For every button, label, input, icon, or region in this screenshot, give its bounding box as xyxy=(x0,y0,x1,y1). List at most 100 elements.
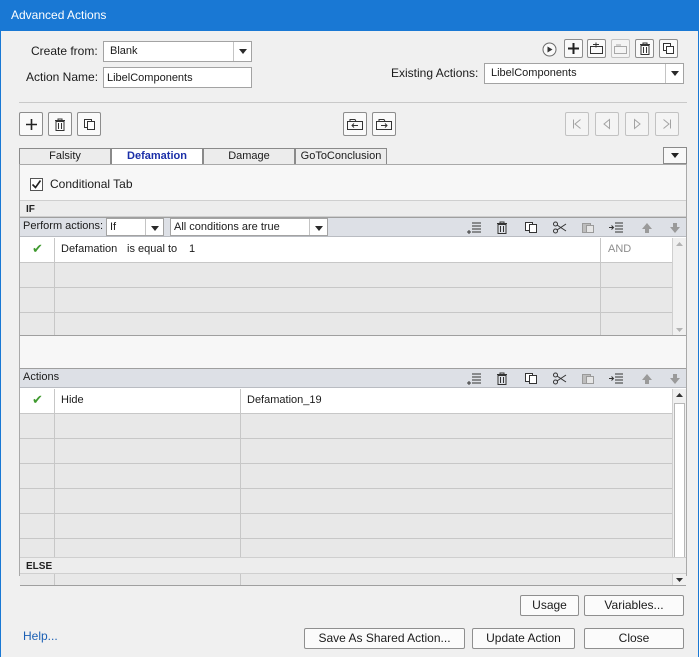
add-condition-icon[interactable] xyxy=(466,220,482,235)
checkmark-icon: ✔ xyxy=(32,241,43,256)
condition-row[interactable] xyxy=(20,313,672,335)
action-row[interactable] xyxy=(20,464,672,489)
usage-button[interactable]: Usage xyxy=(520,595,579,616)
tab-panel: Conditional Tab IF Perform actions: If A… xyxy=(19,164,687,586)
copy-icon xyxy=(83,118,95,130)
preview-play-icon[interactable] xyxy=(542,42,557,57)
import-action-button[interactable] xyxy=(587,39,606,58)
tab-damage[interactable]: Damage xyxy=(203,148,295,165)
condition-logic: AND xyxy=(608,243,632,255)
chevron-down-icon[interactable] xyxy=(309,219,327,235)
action-row[interactable]: ✔ Hide Defamation_19 xyxy=(20,389,672,414)
action-row[interactable] xyxy=(20,514,672,539)
cut-condition-icon[interactable] xyxy=(551,220,567,235)
action-row[interactable] xyxy=(20,414,672,439)
copy-icon xyxy=(663,43,674,54)
move-tab-right-button[interactable] xyxy=(372,112,396,136)
add-action-icon[interactable] xyxy=(466,371,482,386)
update-action-button[interactable]: Update Action xyxy=(472,628,575,649)
scroll-up-icon[interactable] xyxy=(673,390,686,400)
first-tab-button[interactable] xyxy=(565,112,589,136)
existing-actions-label: Existing Actions: xyxy=(391,66,479,80)
import-icon xyxy=(590,42,603,54)
scroll-down-icon[interactable] xyxy=(673,575,686,585)
export-action-button[interactable] xyxy=(611,39,630,58)
window-title-bar: Advanced Actions xyxy=(0,0,699,31)
save-as-shared-action-button[interactable]: Save As Shared Action... xyxy=(304,628,465,649)
duplicate-action-button[interactable] xyxy=(659,39,678,58)
next-tab-button[interactable] xyxy=(625,112,649,136)
delete-condition-icon[interactable] xyxy=(494,220,510,235)
move-tab-left-button[interactable] xyxy=(343,112,367,136)
conditions-grid: Perform actions: If All conditions are t… xyxy=(20,217,686,336)
skip-first-icon xyxy=(573,119,581,129)
trash-icon xyxy=(639,42,650,55)
chevron-down-icon[interactable] xyxy=(145,219,163,235)
insert-action-icon[interactable] xyxy=(608,371,624,386)
export-icon xyxy=(614,44,627,54)
insert-condition-icon[interactable] xyxy=(608,220,624,235)
delete-action-icon[interactable] xyxy=(494,371,510,386)
action-row[interactable] xyxy=(20,489,672,514)
tab-gotoconclusion[interactable]: GoToConclusion xyxy=(295,148,387,165)
scroll-down-icon[interactable] xyxy=(673,325,686,335)
scroll-up-icon[interactable] xyxy=(673,239,686,249)
cut-action-icon[interactable] xyxy=(551,371,567,386)
action-target: Defamation_19 xyxy=(247,394,322,406)
plus-icon xyxy=(25,118,37,130)
add-tab-button[interactable] xyxy=(19,112,43,136)
condition-operator: is equal to xyxy=(127,243,178,255)
chevron-down-icon[interactable] xyxy=(665,64,683,83)
copy-condition-icon[interactable] xyxy=(523,220,539,235)
conditional-tab-checkbox[interactable] xyxy=(30,178,43,191)
folder-arrow-right-icon xyxy=(376,119,392,130)
actions-grid: Actions ✔ Hide Defamation_19 xyxy=(20,368,686,586)
create-from-dropdown[interactable]: Blank xyxy=(103,41,252,62)
conditions-scrollbar[interactable] xyxy=(672,238,686,335)
move-down-icon[interactable] xyxy=(667,371,683,386)
chevron-down-icon[interactable] xyxy=(233,42,251,61)
plus-icon xyxy=(568,43,579,54)
last-tab-button[interactable] xyxy=(655,112,679,136)
existing-actions-dropdown[interactable]: LibelComponents xyxy=(484,63,684,84)
condition-row[interactable] xyxy=(20,263,672,288)
action-name-input[interactable] xyxy=(103,67,252,88)
paste-condition-icon[interactable] xyxy=(580,220,596,235)
delete-action-button[interactable] xyxy=(635,39,654,58)
column-divider xyxy=(54,238,55,335)
move-up-icon[interactable] xyxy=(639,371,655,386)
folder-arrow-left-icon xyxy=(347,119,363,130)
copy-action-icon[interactable] xyxy=(523,371,539,386)
conditions-mode-dropdown[interactable]: All conditions are true xyxy=(170,218,328,236)
trash-icon xyxy=(55,118,65,131)
if-label: IF xyxy=(26,204,35,215)
condition-row[interactable]: ✔ Defamation is equal to 1 AND xyxy=(20,238,672,263)
new-action-button[interactable] xyxy=(564,39,583,58)
paste-action-icon[interactable] xyxy=(580,371,596,386)
else-section-bar[interactable]: ELSE xyxy=(20,557,686,574)
window-title: Advanced Actions xyxy=(11,8,107,22)
help-link[interactable]: Help... xyxy=(23,629,58,643)
close-button[interactable]: Close xyxy=(584,628,684,649)
variables-button[interactable]: Variables... xyxy=(584,595,684,616)
condition-row[interactable] xyxy=(20,288,672,313)
previous-tab-button[interactable] xyxy=(595,112,619,136)
action-command: Hide xyxy=(61,394,84,406)
condition-value: 1 xyxy=(189,243,196,255)
action-row[interactable] xyxy=(20,439,672,464)
actions-label: Actions xyxy=(23,371,60,383)
create-from-label: Create from: xyxy=(31,44,98,58)
delete-tab-button[interactable] xyxy=(48,112,72,136)
move-down-icon[interactable] xyxy=(667,220,683,235)
triangle-right-icon xyxy=(634,118,641,130)
existing-actions-value: LibelComponents xyxy=(491,67,577,79)
tab-defamation[interactable]: Defamation xyxy=(111,148,203,165)
perform-actions-dropdown[interactable]: If xyxy=(106,218,164,236)
scroll-thumb[interactable] xyxy=(674,403,685,571)
duplicate-tab-button[interactable] xyxy=(77,112,101,136)
else-label: ELSE xyxy=(26,561,53,572)
tab-falsity[interactable]: Falsity xyxy=(19,148,111,165)
actions-header: Actions xyxy=(20,369,686,388)
tab-list-dropdown[interactable] xyxy=(663,147,687,164)
move-up-icon[interactable] xyxy=(639,220,655,235)
